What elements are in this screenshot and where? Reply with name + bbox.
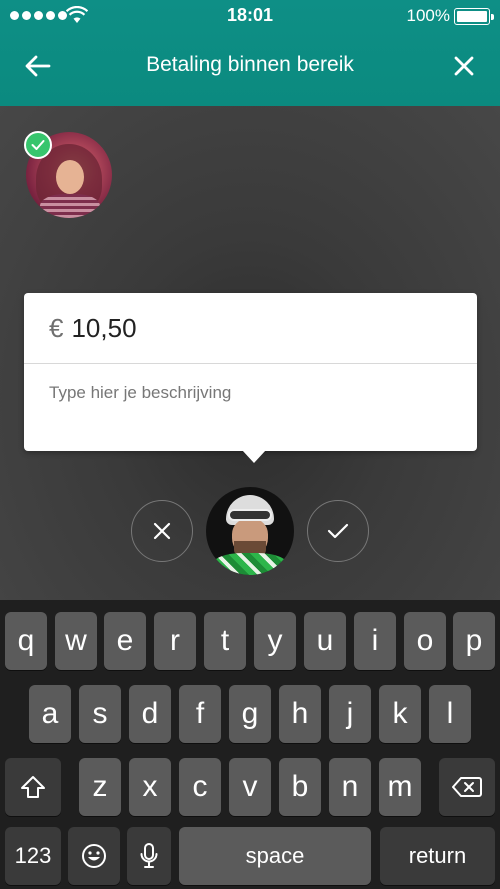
emoji-key[interactable] xyxy=(68,827,120,885)
emoji-icon xyxy=(82,844,106,868)
close-icon xyxy=(454,56,474,76)
key-d[interactable]: d xyxy=(129,685,171,743)
header: 18:01 100% Betaling binnen bereik xyxy=(0,0,500,106)
key-z[interactable]: z xyxy=(79,758,121,816)
shift-icon xyxy=(21,776,45,798)
key-w[interactable]: w xyxy=(55,612,97,670)
key-b[interactable]: b xyxy=(279,758,321,816)
key-v[interactable]: v xyxy=(229,758,271,816)
dictation-key[interactable] xyxy=(127,827,171,885)
amount-row: € 10,50 xyxy=(24,293,477,364)
delete-key[interactable] xyxy=(439,758,495,816)
status-bar: 18:01 100% xyxy=(0,0,500,32)
key-e[interactable]: e xyxy=(104,612,146,670)
key-r[interactable]: r xyxy=(154,612,196,670)
space-key[interactable]: space xyxy=(179,827,371,885)
description-input[interactable] xyxy=(49,383,449,403)
checkmark-icon xyxy=(327,523,349,539)
key-k[interactable]: k xyxy=(379,685,421,743)
key-o[interactable]: o xyxy=(404,612,446,670)
amount-input[interactable]: 10,50 xyxy=(71,313,371,344)
keyboard: q w e r t y u i o p a s d f g h j k l z … xyxy=(0,600,500,889)
key-h[interactable]: h xyxy=(279,685,321,743)
currency-symbol: € xyxy=(49,312,64,343)
key-y[interactable]: y xyxy=(254,612,296,670)
shift-key[interactable] xyxy=(5,758,61,816)
battery-icon xyxy=(454,8,494,25)
close-icon xyxy=(153,522,171,540)
key-m[interactable]: m xyxy=(379,758,421,816)
key-s[interactable]: s xyxy=(79,685,121,743)
payment-card: € 10,50 xyxy=(24,293,477,463)
key-i[interactable]: i xyxy=(354,612,396,670)
key-u[interactable]: u xyxy=(304,612,346,670)
key-j[interactable]: j xyxy=(329,685,371,743)
confirm-button[interactable] xyxy=(307,500,369,562)
key-a[interactable]: a xyxy=(29,685,71,743)
backspace-icon xyxy=(452,777,482,797)
key-q[interactable]: q xyxy=(5,612,47,670)
key-l[interactable]: l xyxy=(429,685,471,743)
selected-check-badge xyxy=(24,131,52,159)
microphone-icon xyxy=(140,843,158,868)
key-g[interactable]: g xyxy=(229,685,271,743)
cancel-button[interactable] xyxy=(131,500,193,562)
key-x[interactable]: x xyxy=(129,758,171,816)
return-key[interactable]: return xyxy=(380,827,495,885)
close-button[interactable] xyxy=(446,48,482,84)
battery-percent: 100% xyxy=(406,6,450,25)
page-title: Betaling binnen bereik xyxy=(146,53,354,76)
key-p[interactable]: p xyxy=(453,612,495,670)
key-c[interactable]: c xyxy=(179,758,221,816)
checkmark-icon xyxy=(31,140,45,150)
key-n[interactable]: n xyxy=(329,758,371,816)
key-t[interactable]: t xyxy=(204,612,246,670)
numbers-key[interactable]: 123 xyxy=(5,827,61,885)
key-f[interactable]: f xyxy=(179,685,221,743)
sender-avatar xyxy=(206,487,294,575)
